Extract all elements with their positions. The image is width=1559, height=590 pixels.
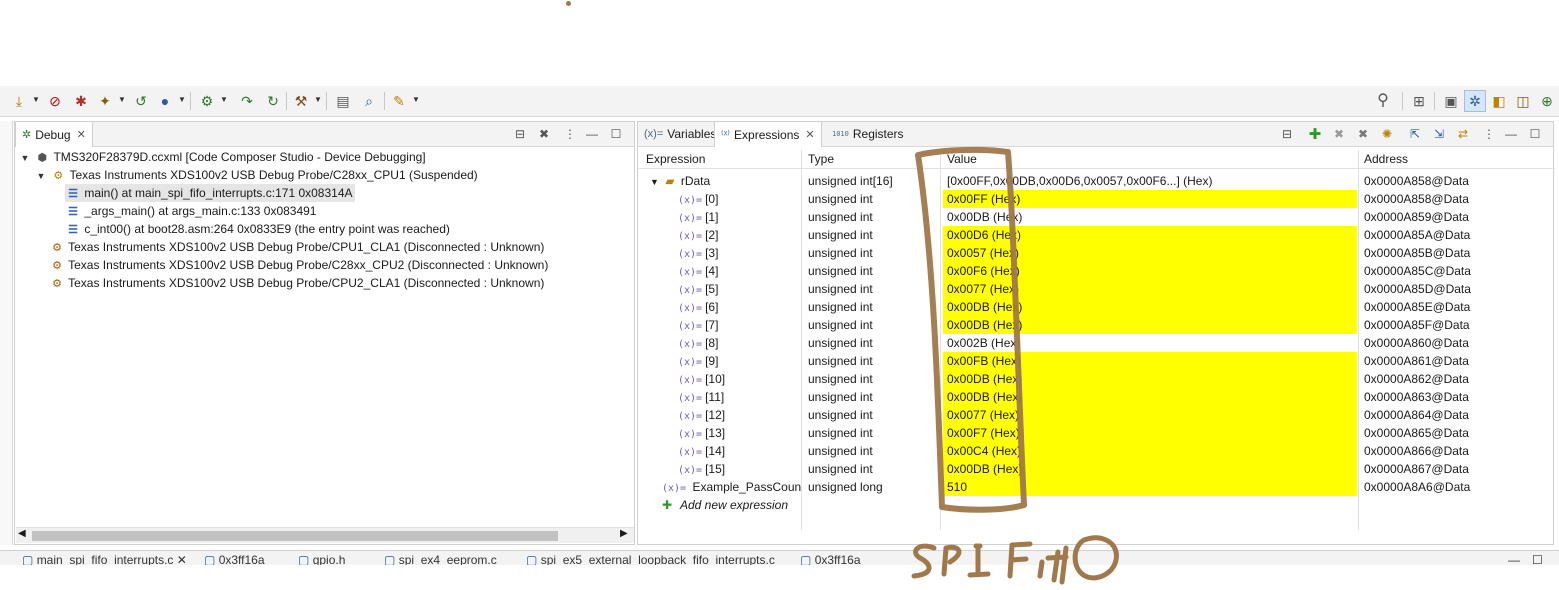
handdrawn-annotation	[911, 146, 1119, 585]
annotation-box	[915, 146, 1027, 513]
annotation-handwriting	[911, 535, 1119, 585]
